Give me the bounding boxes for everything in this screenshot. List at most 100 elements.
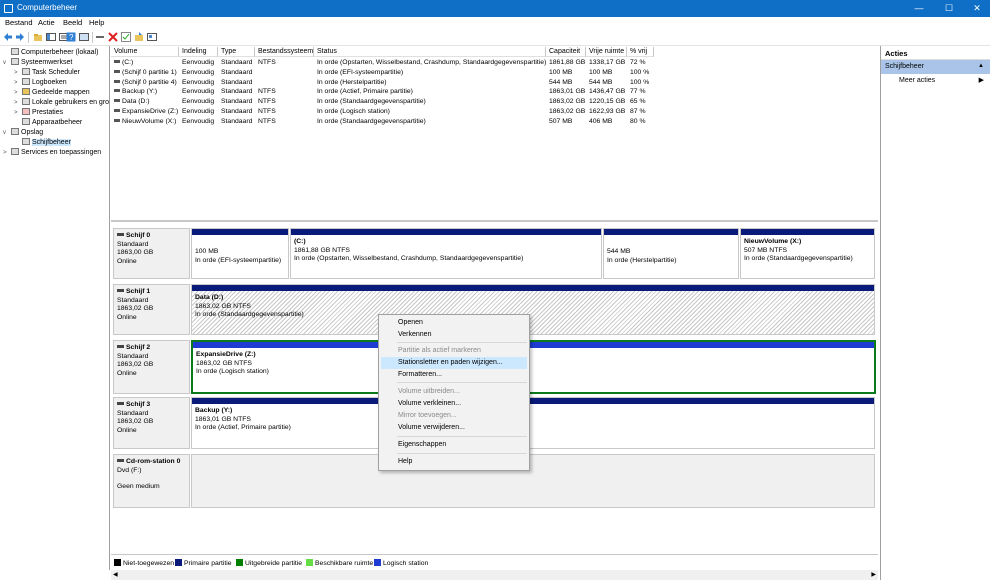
more-actions[interactable]: Meer acties ▶ bbox=[881, 74, 990, 87]
volume-row-name[interactable]: (Schijf 0 partitie 4) bbox=[111, 78, 179, 88]
volume-row-name[interactable]: ExpansieDrive (Z:) bbox=[111, 107, 179, 117]
disk-label-1[interactable]: Schijf 1 Standaard 1863,02 GB Online bbox=[113, 284, 190, 335]
clock-icon bbox=[22, 68, 30, 75]
menu-help[interactable]: Help bbox=[89, 18, 104, 27]
delete-icon[interactable] bbox=[108, 32, 118, 42]
volume-cell: Eenvoudig bbox=[182, 68, 215, 76]
back-icon[interactable] bbox=[3, 32, 13, 42]
legend-swatch-unallocated bbox=[114, 559, 121, 566]
ctx-help[interactable]: Help bbox=[381, 456, 527, 468]
console-tree-icon[interactable] bbox=[46, 32, 56, 42]
cdrom-area[interactable] bbox=[191, 454, 875, 508]
context-menu: Openen Verkennen Partitie als actief mar… bbox=[378, 314, 530, 471]
col-type[interactable]: Type bbox=[218, 47, 255, 57]
volume-cell: NTFS bbox=[258, 59, 276, 66]
ctx-format[interactable]: Formatteren... bbox=[381, 369, 527, 381]
partition-d[interactable]: Data (D:) 1863,02 GB NTFS In orde (Standaa… bbox=[191, 284, 875, 335]
disk-label-3[interactable]: Schijf 3 Standaard 1863,02 GB Online bbox=[113, 397, 190, 449]
tree-item-prestaties[interactable]: > Prestaties bbox=[14, 108, 63, 118]
volume-cell: Standaard bbox=[221, 108, 253, 115]
ctx-properties[interactable]: Eigenschappen bbox=[381, 439, 527, 451]
col-status[interactable]: Status bbox=[314, 47, 546, 57]
col-capaciteit[interactable]: Capaciteit bbox=[546, 47, 586, 57]
tree-item-schijfbeheer[interactable]: Schijfbeheer bbox=[14, 138, 71, 148]
menu-bestand[interactable]: Bestand bbox=[5, 18, 33, 27]
scroll-right-icon[interactable]: ▶ bbox=[871, 571, 876, 578]
partition-efi[interactable]: 100 MB In orde (EFI-systeempartitie) bbox=[191, 228, 289, 279]
tree-item-computerbeheer[interactable]: Computerbeheer (lokaal) bbox=[3, 48, 98, 58]
col-volume[interactable]: Volume bbox=[111, 47, 179, 57]
tree-item-lokale-gebruikers[interactable]: > Lokale gebruikers en gro bbox=[14, 98, 109, 108]
ctx-delete-volume[interactable]: Volume verwijderen... bbox=[381, 422, 527, 434]
volume-cell: Standaard bbox=[221, 98, 253, 106]
volume-cell: 406 MB bbox=[589, 117, 613, 125]
col-vrije-ruimte[interactable]: Vrije ruimte bbox=[586, 47, 627, 57]
volume-cell: In orde (EFI-systeempartitie) bbox=[317, 68, 404, 76]
ctx-shrink-volume[interactable]: Volume verkleinen... bbox=[381, 398, 527, 410]
menu-beeld[interactable]: Beeld bbox=[63, 18, 82, 27]
ctx-add-mirror: Mirror toevoegen... bbox=[398, 412, 457, 419]
tree-item-task-scheduler[interactable]: > Task Scheduler bbox=[14, 68, 80, 78]
col-pct-vrij[interactable]: % vrij bbox=[627, 47, 654, 57]
tree-item-systeemwerkset[interactable]: v Systeemwerkset bbox=[3, 58, 72, 68]
legend-primary: Primaire partitie bbox=[175, 559, 232, 567]
connect-icon[interactable] bbox=[95, 32, 105, 42]
horizontal-scrollbar[interactable]: ◀ ▶ bbox=[111, 570, 878, 580]
volume-row-name[interactable]: (Schijf 0 partitie 1) bbox=[111, 68, 179, 78]
volume-row-name[interactable]: (C:) bbox=[111, 58, 179, 68]
ctx-openen[interactable]: Openen bbox=[381, 317, 527, 329]
minimize-icon[interactable]: — bbox=[904, 0, 934, 17]
volume-cell: 65 % bbox=[630, 98, 646, 106]
volume-cell: 544 MB bbox=[549, 78, 573, 86]
volume-cell: Eenvoudig bbox=[182, 98, 215, 106]
volume-cell: In orde (Herstelpartitie) bbox=[317, 78, 387, 86]
volume-cell: Eenvoudig bbox=[182, 108, 215, 115]
volume-cell bbox=[255, 78, 314, 88]
partition-z[interactable]: ExpansieDrive (Z:) 1863,02 GB NTFS In orde… bbox=[191, 340, 876, 394]
volume-cell: 1436,47 GB bbox=[589, 88, 626, 96]
tree-item-apparaatbeheer[interactable]: Apparaatbeheer bbox=[14, 118, 82, 128]
menu-actie[interactable]: Actie bbox=[38, 18, 55, 27]
volume-row-name[interactable]: Data (D:) bbox=[111, 97, 179, 107]
partition-recovery[interactable]: 544 MB In orde (Herstelpartitie) bbox=[603, 228, 739, 279]
volume-cell: Eenvoudig bbox=[182, 117, 215, 125]
scroll-left-icon[interactable]: ◀ bbox=[113, 571, 118, 578]
volume-cell: NTFS bbox=[258, 88, 276, 96]
tree-item-logboeken[interactable]: > Logboeken bbox=[14, 78, 67, 88]
open-folder-icon[interactable] bbox=[134, 32, 144, 42]
maximize-icon[interactable]: ☐ bbox=[934, 0, 964, 17]
ctx-verkennen[interactable]: Verkennen bbox=[381, 329, 527, 341]
disk-label-cdrom[interactable]: Cd-rom-station 0 Dvd (F:) Geen medium bbox=[113, 454, 190, 508]
actions-section-schijfbeheer[interactable]: Schijfbeheer ▲ bbox=[881, 60, 990, 74]
ctx-change-drive-letter[interactable]: Stationsletter en paden wijzigen... bbox=[381, 357, 527, 369]
legend: Niet-toegewezen Primaire partitie Uitgeb… bbox=[111, 554, 878, 570]
view-icon[interactable] bbox=[147, 32, 157, 42]
collapse-up-icon[interactable]: ▲ bbox=[978, 63, 984, 69]
forward-icon[interactable] bbox=[15, 32, 25, 42]
help-icon[interactable]: ? bbox=[66, 32, 76, 42]
disk-label-2[interactable]: Schijf 2 Standaard 1863,02 GB Online bbox=[113, 340, 190, 394]
col-bestandssysteem[interactable]: Bestandssysteem bbox=[255, 47, 314, 57]
up-folder-icon[interactable] bbox=[33, 32, 43, 42]
close-window-icon[interactable]: ✕ bbox=[962, 0, 990, 17]
partition-y[interactable]: Backup (Y:) 1863,01 GB NTFS In orde (Actie… bbox=[191, 397, 875, 449]
tree-item-opslag[interactable]: v Opslag bbox=[3, 128, 43, 138]
volume-cell: In orde (Logisch station) bbox=[317, 108, 390, 115]
volume-cell: 100 % bbox=[630, 78, 650, 86]
volume-cell: 77 % bbox=[630, 88, 646, 96]
partition-x[interactable]: NieuwVolume (X:) 507 MB NTFS In orde (Stan… bbox=[740, 228, 875, 279]
volume-cell: Eenvoudig bbox=[182, 59, 215, 66]
col-indeling[interactable]: Indeling bbox=[179, 47, 218, 57]
menu-bar: Bestand Actie Beeld Help bbox=[0, 17, 990, 29]
tree-item-services[interactable]: > Services en toepassingen bbox=[3, 148, 101, 158]
title-bar: Computerbeheer — ☐ ✕ bbox=[0, 0, 990, 17]
volume-icon bbox=[114, 60, 120, 63]
disk-label-0[interactable]: Schijf 0 Standaard 1863,00 GB Online bbox=[113, 228, 190, 279]
volume-row-name[interactable]: NieuwVolume (X:) bbox=[111, 117, 179, 127]
properties-icon[interactable] bbox=[79, 32, 89, 42]
tree-item-gedeelde-mappen[interactable]: > Gedeelde mappen bbox=[14, 88, 90, 98]
check-icon[interactable] bbox=[121, 32, 131, 42]
volume-row-name[interactable]: Backup (Y:) bbox=[111, 87, 179, 97]
volume-cell bbox=[255, 68, 314, 78]
partition-c[interactable]: (C:) 1861,88 GB NTFS In orde (Opstarten, W… bbox=[290, 228, 602, 279]
